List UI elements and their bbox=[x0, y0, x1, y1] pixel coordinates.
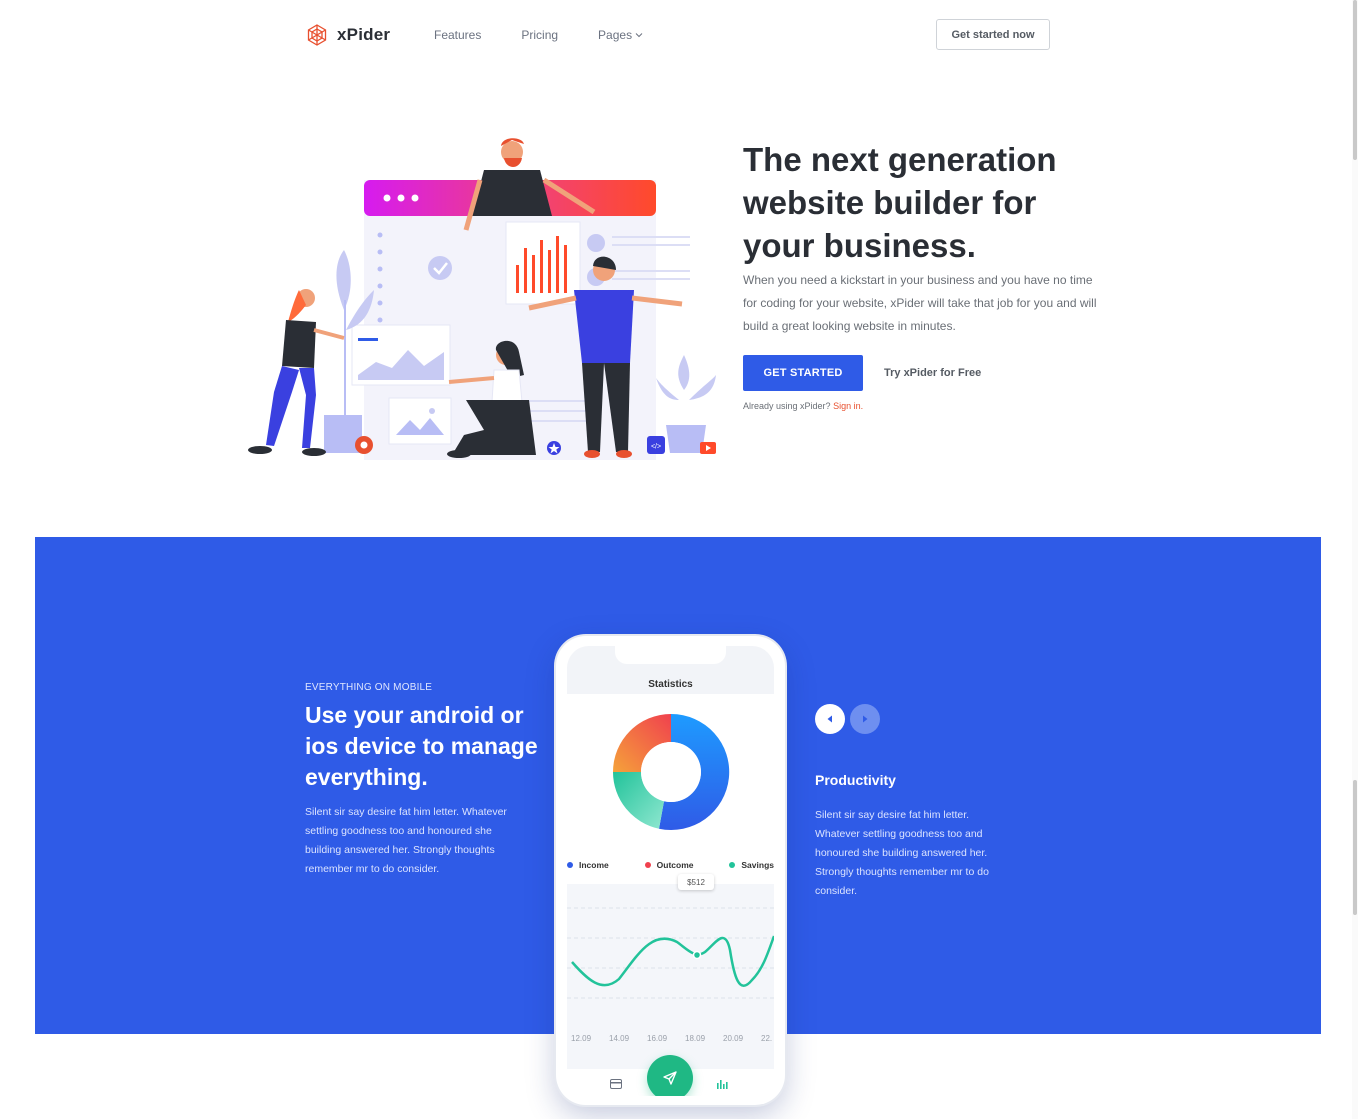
hero-actions: GET STARTED Try xPider for Free bbox=[743, 355, 1113, 391]
hero-content: The next generation website builder for … bbox=[743, 138, 1113, 411]
phone-mockup: Statistics Income Outcome Savings $512 1… bbox=[556, 636, 785, 1105]
carousel-controls bbox=[815, 704, 880, 734]
spider-web-icon bbox=[307, 24, 327, 46]
scrollbar-thumb-secondary[interactable] bbox=[1353, 780, 1357, 915]
signin-prompt: Already using xPider? Sign in. bbox=[743, 401, 1113, 411]
arrow-left-icon bbox=[827, 715, 832, 723]
nav-item-pricing[interactable]: Pricing bbox=[521, 28, 558, 42]
arrow-right-icon bbox=[863, 715, 868, 723]
legend-dot-savings bbox=[729, 862, 736, 868]
nav-item-features[interactable]: Features bbox=[434, 28, 481, 42]
legend-label-income: Income bbox=[579, 860, 609, 870]
nav-item-pages-label: Pages bbox=[598, 28, 633, 42]
mobile-intro: EVERYTHING ON MOBILE Use your android or… bbox=[305, 682, 545, 879]
donut-chart bbox=[613, 713, 730, 830]
send-icon bbox=[663, 1071, 677, 1085]
get-started-button[interactable]: GET STARTED bbox=[743, 355, 863, 391]
legend-label-savings: Savings bbox=[741, 860, 774, 870]
signin-link[interactable]: Sign in. bbox=[833, 401, 863, 411]
carousel-next-button[interactable] bbox=[850, 704, 880, 734]
legend-label-outcome: Outcome bbox=[656, 860, 694, 870]
scrollbar-thumb[interactable] bbox=[1353, 0, 1357, 160]
code-badge-text: </> bbox=[651, 444, 661, 451]
hero-illustration: </> bbox=[248, 138, 716, 460]
legend-dot-outcome bbox=[644, 862, 651, 868]
section-description: Silent sir say desire fat him letter. Wh… bbox=[305, 806, 507, 875]
legend-savings: Savings bbox=[729, 860, 774, 870]
feature-slide: Productivity Silent sir say desire fat h… bbox=[815, 772, 995, 901]
card-icon[interactable] bbox=[610, 1079, 622, 1089]
x-label: 22. bbox=[761, 1034, 773, 1043]
phone-notch bbox=[615, 646, 726, 664]
section-title: Use your android or ios device to manage… bbox=[305, 702, 538, 790]
try-free-link[interactable]: Try xPider for Free bbox=[884, 367, 981, 379]
send-button[interactable] bbox=[647, 1055, 693, 1096]
x-label: 18.09 bbox=[685, 1034, 706, 1043]
value-tooltip: $512 bbox=[678, 874, 714, 890]
x-label: 16.09 bbox=[647, 1034, 668, 1043]
top-navbar: xPider Features Pricing Pages Get starte… bbox=[0, 0, 1358, 70]
feature-description: Silent sir say desire fat him letter. Wh… bbox=[815, 809, 989, 897]
x-label: 14.09 bbox=[609, 1034, 630, 1043]
bar-chart-icon[interactable] bbox=[716, 1079, 728, 1089]
brand-name: xPider bbox=[337, 25, 391, 44]
legend-outcome: Outcome bbox=[644, 860, 694, 870]
section-eyebrow: EVERYTHING ON MOBILE bbox=[305, 682, 433, 693]
chevron-down-icon bbox=[635, 33, 643, 38]
main-nav: Features Pricing Pages bbox=[434, 28, 643, 42]
line-highlight-point[interactable] bbox=[692, 950, 702, 960]
hero-title: The next generation website builder for … bbox=[743, 141, 1057, 264]
feature-title: Productivity bbox=[815, 772, 896, 788]
phone-screen: Statistics Income Outcome Savings $512 1… bbox=[567, 646, 774, 1096]
legend-dot-income bbox=[567, 862, 573, 868]
brand-logo[interactable]: xPider bbox=[305, 23, 390, 47]
hero-description: When you need a kickstart in your busine… bbox=[743, 273, 1097, 333]
get-started-now-button[interactable]: Get started now bbox=[936, 19, 1050, 50]
x-label: 20.09 bbox=[723, 1034, 744, 1043]
page-scrollbar[interactable] bbox=[1352, 0, 1358, 1119]
x-label: 12.09 bbox=[571, 1034, 592, 1043]
carousel-prev-button[interactable] bbox=[815, 704, 845, 734]
savings-line bbox=[571, 935, 774, 987]
signin-prefix: Already using xPider? bbox=[743, 401, 831, 411]
nav-item-pages[interactable]: Pages bbox=[598, 28, 643, 42]
x-axis-labels: 12.09 14.09 16.09 18.09 20.09 22. bbox=[567, 1034, 774, 1046]
chart-legend: Income Outcome Savings bbox=[567, 860, 774, 870]
legend-income: Income bbox=[567, 860, 609, 870]
statistics-title: Statistics bbox=[648, 679, 693, 690]
